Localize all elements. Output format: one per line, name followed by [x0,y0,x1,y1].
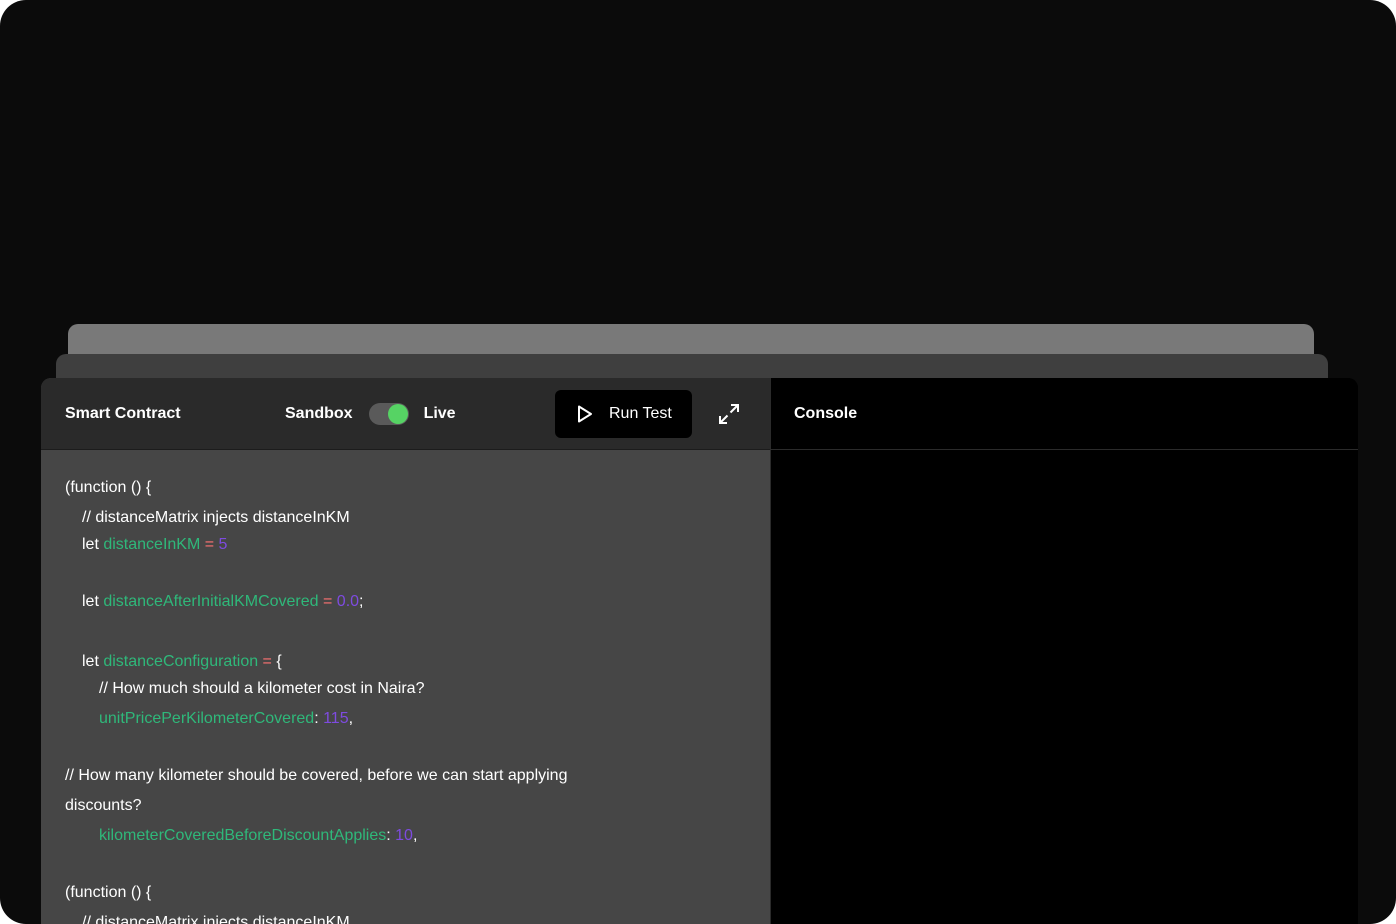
code-comment: // distanceMatrix injects distanceInKM [82,914,350,924]
variable-name: distanceConfiguration [103,653,259,670]
operator: = [318,593,337,610]
number-literal: 5 [218,536,228,553]
console-header: Console [771,378,1358,450]
code-comment: discounts? [65,797,142,814]
editor-toolbar: Smart Contract Sandbox Live Run Test [41,378,770,450]
run-test-button[interactable]: Run Test [555,390,692,438]
code-line: kilometerCoveredBeforeDiscountApplies: 1… [99,826,417,846]
console-panel: Console [770,378,1358,924]
punctuation: : [314,710,324,727]
code-line: (function () { [65,479,152,496]
code-line: let distanceInKM = 5 [82,535,227,555]
play-icon [578,405,592,423]
code-comment: // How much should a kilometer cost in N… [99,680,425,697]
operator: = [200,536,219,553]
punctuation: ; [359,593,364,610]
sandbox-label[interactable]: Sandbox [285,405,353,423]
code-line: unitPricePerKilometerCovered: 115, [99,709,353,729]
code-comment: // distanceMatrix injects distanceInKM [82,509,350,526]
expand-icon[interactable] [717,402,741,426]
operator: = [258,653,277,670]
variable-name: distanceInKM [103,536,201,553]
app-frame: Smart Contract Sandbox Live Run Test (fu… [0,0,1396,924]
editor-title: Smart Contract [65,405,181,422]
punctuation: , [348,710,354,727]
code-line: (function () { [65,884,152,901]
variable-name: distanceAfterInitialKMCovered [103,593,319,610]
punctuation: { [276,653,282,670]
code-line: let distanceConfiguration = { [82,652,282,672]
punctuation: : [386,827,396,844]
keyword: let [82,536,104,553]
number-literal: 115 [323,710,349,727]
keyword: let [82,593,104,610]
property-name: unitPricePerKilometerCovered [99,710,315,727]
code-line: let distanceAfterInitialKMCovered = 0.0; [82,592,364,612]
punctuation: , [412,827,418,844]
mode-switch: Sandbox Live [285,378,456,450]
keyword: let [82,653,104,670]
toggle-knob [387,404,408,424]
sandbox-live-toggle[interactable] [368,403,409,425]
live-label[interactable]: Live [424,405,456,423]
run-test-label: Run Test [609,405,672,422]
code-comment: // How many kilometer should be covered,… [65,767,568,784]
code-editor-panel: Smart Contract Sandbox Live Run Test (fu… [41,378,770,924]
number-literal: 10 [395,827,413,844]
contract-editor-window: Smart Contract Sandbox Live Run Test (fu… [41,378,1358,924]
property-name: kilometerCoveredBeforeDiscountApplies [99,827,387,844]
console-title: Console [794,405,858,422]
number-literal: 0.0 [336,593,360,610]
